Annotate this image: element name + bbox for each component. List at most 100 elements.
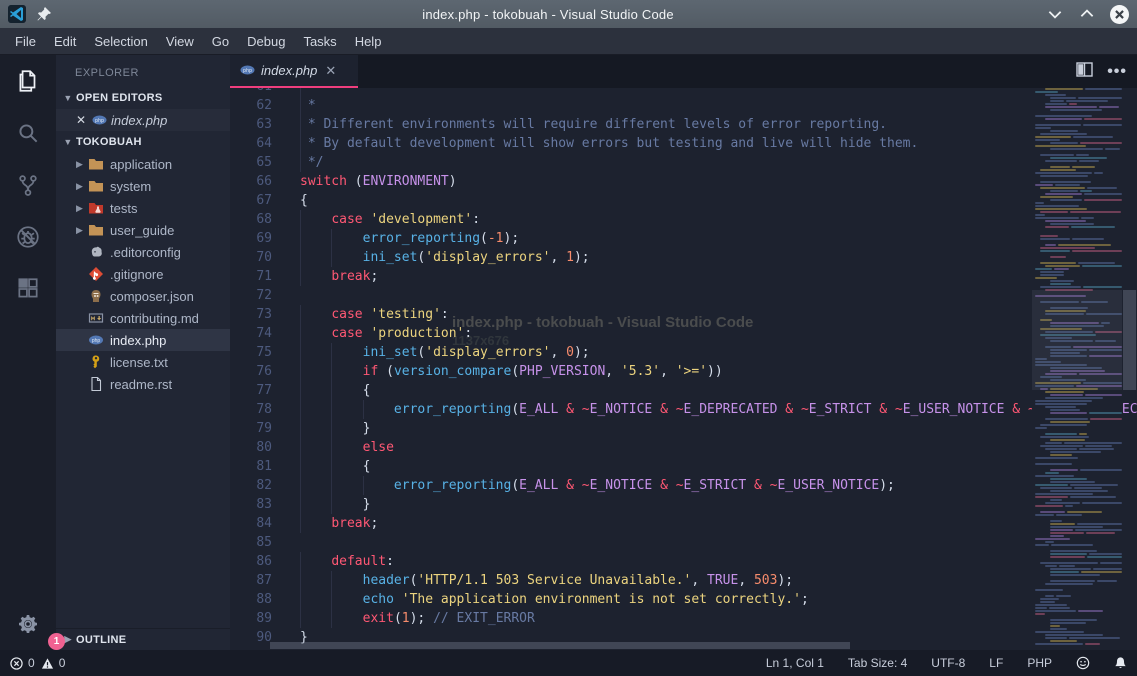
vertical-scrollbar[interactable]: [1122, 88, 1137, 650]
tree-item-tests[interactable]: ▶tests: [56, 197, 230, 219]
code-line-83[interactable]: 83 }: [230, 495, 1137, 514]
cursor-position[interactable]: Ln 1, Col 1: [766, 656, 824, 670]
minimize-button[interactable]: [1046, 5, 1064, 23]
minimap[interactable]: [1032, 88, 1122, 650]
split-editor-icon[interactable]: [1076, 62, 1093, 82]
feedback-smiley-icon[interactable]: [1076, 656, 1090, 670]
encoding[interactable]: UTF-8: [931, 656, 965, 670]
code-line-87[interactable]: 87 header('HTTP/1.1 503 Service Unavaila…: [230, 571, 1137, 590]
explorer-icon[interactable]: [0, 55, 56, 107]
code-line-72[interactable]: 72: [230, 286, 1137, 305]
chevron-down-icon: ▼: [60, 93, 76, 103]
title-bar[interactable]: index.php - tokobuah - Visual Studio Cod…: [0, 0, 1137, 28]
code-line-89[interactable]: 89 exit(1); // EXIT_ERROR: [230, 609, 1137, 628]
menu-tasks[interactable]: Tasks: [294, 30, 345, 53]
code-line-62[interactable]: 62 *: [230, 96, 1137, 115]
code-line-78[interactable]: 78 error_reporting(E_ALL & ~E_NOTICE & ~…: [230, 400, 1137, 419]
status-bar: 0 0 Ln 1, Col 1 Tab Size: 4 UTF-8 LF PHP: [0, 650, 1137, 676]
menu-edit[interactable]: Edit: [45, 30, 85, 53]
tree-item-system[interactable]: ▶system: [56, 175, 230, 197]
code-line-82[interactable]: 82 error_reporting(E_ALL & ~E_NOTICE & ~…: [230, 476, 1137, 495]
line-number: 88: [230, 590, 272, 609]
line-number: 66: [230, 172, 272, 191]
git-icon: [88, 266, 104, 282]
horizontal-scrollbar-thumb[interactable]: [270, 642, 850, 649]
code-line-84[interactable]: 84 break;: [230, 514, 1137, 533]
debug-icon[interactable]: [0, 211, 56, 263]
tab-size[interactable]: Tab Size: 4: [848, 656, 907, 670]
minimap-slider[interactable]: [1032, 290, 1122, 390]
line-number: 86: [230, 552, 272, 571]
code-line-88[interactable]: 88 echo 'The application environment is …: [230, 590, 1137, 609]
code-line-68[interactable]: 68 case 'development':: [230, 210, 1137, 229]
tree-item-readme-rst[interactable]: readme.rst: [56, 373, 230, 395]
close-icon[interactable]: ✕: [76, 113, 92, 127]
code-line-69[interactable]: 69 error_reporting(-1);: [230, 229, 1137, 248]
menu-go[interactable]: Go: [203, 30, 238, 53]
code-line-63[interactable]: 63 * Different environments will require…: [230, 115, 1137, 134]
code-line-71[interactable]: 71 break;: [230, 267, 1137, 286]
problems-warnings[interactable]: 0: [41, 656, 66, 670]
code-area[interactable]: 61 *------------------------------------…: [230, 88, 1137, 650]
code-line-81[interactable]: 81 {: [230, 457, 1137, 476]
php-file-icon: php: [92, 113, 107, 128]
problems-errors[interactable]: 0: [10, 656, 35, 670]
tree-item-user_guide[interactable]: ▶user_guide: [56, 219, 230, 241]
line-number: 67: [230, 191, 272, 210]
line-number: 70: [230, 248, 272, 267]
tab-close-icon[interactable]: ✕: [325, 63, 336, 79]
menu-selection[interactable]: Selection: [85, 30, 156, 53]
code-line-80[interactable]: 80 else: [230, 438, 1137, 457]
code-line-66[interactable]: 66switch (ENVIRONMENT): [230, 172, 1137, 191]
maximize-button[interactable]: [1078, 5, 1096, 23]
open-editors-header[interactable]: ▼ OPEN EDITORS: [56, 87, 230, 109]
chevron-right-icon: ▶: [76, 159, 88, 170]
code-line-61[interactable]: 61 *------------------------------------…: [230, 88, 1137, 96]
tree-item-gitignore[interactable]: .gitignore: [56, 263, 230, 285]
tree-item-application[interactable]: ▶application: [56, 153, 230, 175]
source-control-icon[interactable]: [0, 159, 56, 211]
tree-item-index-php[interactable]: phpindex.php: [56, 329, 230, 351]
line-number: 80: [230, 438, 272, 457]
more-actions-icon[interactable]: •••: [1107, 63, 1127, 81]
notifications-bell-icon[interactable]: [1114, 656, 1127, 670]
code-line-70[interactable]: 70 ini_set('display_errors', 1);: [230, 248, 1137, 267]
code-line-67[interactable]: 67{: [230, 191, 1137, 210]
code-line-86[interactable]: 86 default:: [230, 552, 1137, 571]
search-icon[interactable]: [0, 107, 56, 159]
code-line-77[interactable]: 77 {: [230, 381, 1137, 400]
outline-header[interactable]: ▶ OUTLINE: [56, 628, 230, 650]
open-editor-item-indexphp[interactable]: ✕ php index.php: [56, 109, 230, 131]
eol-indicator[interactable]: LF: [989, 656, 1003, 670]
code-line-76[interactable]: 76 if (version_compare(PHP_VERSION, '5.3…: [230, 362, 1137, 381]
extensions-icon[interactable]: [0, 263, 56, 315]
line-number: 62: [230, 96, 272, 115]
code-line-65[interactable]: 65 */: [230, 153, 1137, 172]
menu-debug[interactable]: Debug: [238, 30, 294, 53]
tab-indexphp[interactable]: php index.php ✕: [230, 55, 358, 88]
code-line-74[interactable]: 74 case 'production':: [230, 324, 1137, 343]
horizontal-scrollbar[interactable]: [230, 641, 1032, 650]
tree-item-contributing-md[interactable]: contributing.md: [56, 307, 230, 329]
menu-help[interactable]: Help: [346, 30, 391, 53]
line-number: 77: [230, 381, 272, 400]
code-line-73[interactable]: 73 case 'testing':: [230, 305, 1137, 324]
explorer-sidebar: EXPLORER ▼ OPEN EDITORS ✕ php index.php …: [56, 55, 230, 650]
close-button[interactable]: [1110, 5, 1129, 24]
menu-view[interactable]: View: [157, 30, 203, 53]
tree-item-composer-json[interactable]: composer.json: [56, 285, 230, 307]
line-number: 72: [230, 286, 272, 305]
code-line-64[interactable]: 64 * By default development will show er…: [230, 134, 1137, 153]
menu-file[interactable]: File: [6, 30, 45, 53]
code-line-85[interactable]: 85: [230, 533, 1137, 552]
vertical-scrollbar-thumb[interactable]: [1123, 290, 1136, 390]
project-header[interactable]: ▼ TOKOBUAH: [56, 131, 230, 153]
tab-strip: php index.php ✕ •••: [230, 55, 1137, 88]
pin-icon[interactable]: [36, 6, 52, 22]
code-line-79[interactable]: 79 }: [230, 419, 1137, 438]
activity-bar: 1: [0, 55, 56, 650]
code-line-75[interactable]: 75 ini_set('display_errors', 0);: [230, 343, 1137, 362]
language-mode[interactable]: PHP: [1027, 656, 1052, 670]
tree-item-editorconfig[interactable]: .editorconfig: [56, 241, 230, 263]
tree-item-license-txt[interactable]: license.txt: [56, 351, 230, 373]
